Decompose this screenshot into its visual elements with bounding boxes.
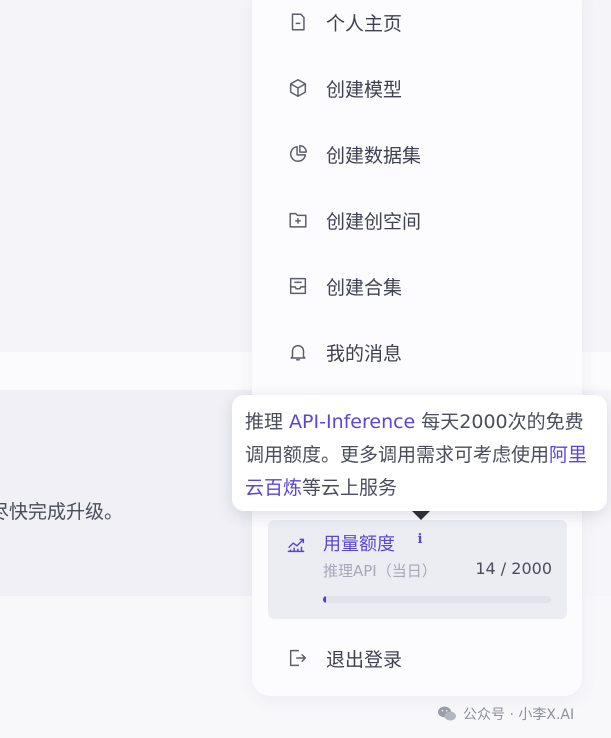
- menu-item-create-dataset[interactable]: 创建数据集: [286, 136, 566, 172]
- usage-tooltip: 推理 API-Inference 每天2000次的免费调用额度。更多调用需求可考…: [232, 395, 607, 511]
- menu-item-label: 我的消息: [326, 342, 403, 365]
- usage-title: 用量额度: [323, 534, 395, 555]
- usage-quota-card[interactable]: 用量额度 i 推理API（当日） 14 / 2000: [268, 520, 567, 619]
- background-notice-text: 尽快完成升级。: [0, 501, 124, 523]
- menu-item-create-model[interactable]: 创建模型: [286, 70, 566, 106]
- profile-icon: [286, 10, 310, 34]
- logout-icon: [286, 646, 310, 670]
- info-icon[interactable]: i: [413, 532, 427, 552]
- menu-item-label: 创建创空间: [326, 210, 422, 233]
- cube-icon: [286, 76, 310, 100]
- pie-chart-icon: [286, 142, 310, 166]
- watermark: 公众号 · 小李X.AI: [437, 704, 574, 724]
- usage-count: 14 / 2000: [475, 559, 552, 578]
- menu-item-label: 创建数据集: [326, 144, 422, 167]
- logout-label: 退出登录: [326, 648, 403, 671]
- background-notice-card: [0, 390, 260, 596]
- menu-item-messages[interactable]: 我的消息: [286, 334, 566, 370]
- usage-subtitle: 推理API（当日）: [323, 562, 437, 580]
- usage-progress-bar: [323, 596, 551, 603]
- watermark-text: 公众号 · 小李X.AI: [463, 707, 575, 723]
- usage-progress-fill: [323, 596, 327, 603]
- menu-item-label: 创建模型: [326, 78, 403, 101]
- menu-item-profile[interactable]: 个人主页: [286, 4, 566, 40]
- tooltip-text: 推理: [245, 411, 290, 433]
- menu-item-label: 创建合集: [326, 276, 403, 299]
- menu-item-label: 个人主页: [326, 12, 403, 35]
- logout-button[interactable]: 退出登录: [286, 640, 566, 676]
- collection-icon: [286, 274, 310, 298]
- menu-item-create-space[interactable]: 创建创空间: [286, 202, 566, 238]
- wechat-icon: [438, 706, 456, 721]
- tooltip-highlight-api: API-Inference: [289, 411, 416, 433]
- tooltip-arrow: [412, 511, 430, 520]
- trend-chart-icon: [287, 538, 305, 553]
- folder-plus-icon: [286, 208, 310, 232]
- menu-item-create-collection[interactable]: 创建合集: [286, 268, 566, 304]
- bell-icon: [286, 340, 310, 364]
- tooltip-text: 等云上服务: [302, 477, 398, 499]
